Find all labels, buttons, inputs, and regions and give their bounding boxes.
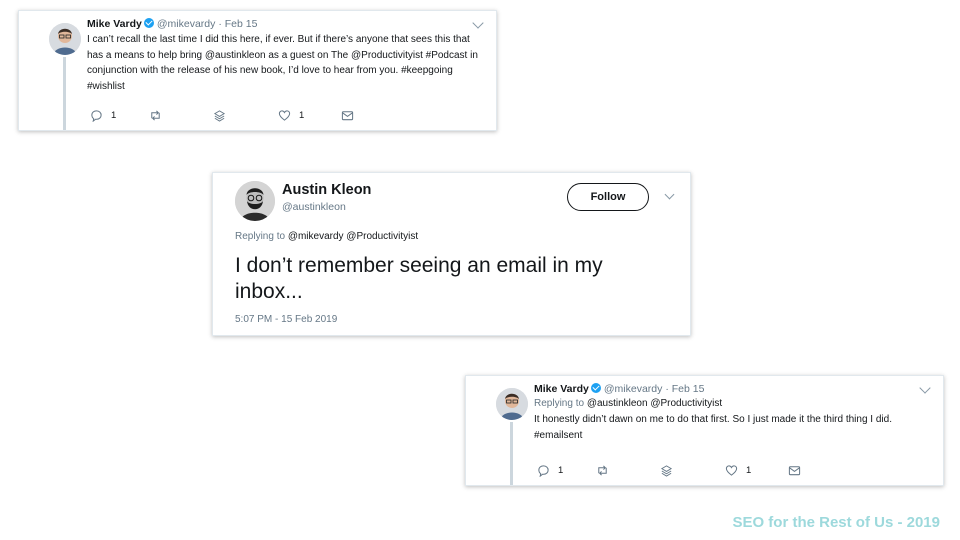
tweet-timestamp[interactable]: 5:07 PM - 15 Feb 2019 [235,314,337,325]
replying-to-handles[interactable]: @austinkleon @Productivityist [587,398,722,409]
envelope-icon [341,110,354,120]
like-count: 1 [299,109,305,121]
heart-icon [725,464,738,476]
reply-count: 1 [111,109,117,121]
tweet-card-austin[interactable]: Austin Kleon @austinkleon Follow Replyin… [212,172,691,336]
avatar-austin-kleon[interactable] [235,181,275,221]
author-handle[interactable]: @mikevardy [604,383,663,395]
reply-button[interactable]: 1 [90,108,116,122]
reply-count: 1 [558,464,564,476]
avatar-mike-vardy[interactable] [496,388,528,420]
thread-line [63,57,66,130]
footer-caption: SEO for the Rest of Us - 2019 [732,514,940,531]
author-handle[interactable]: @mikevardy [157,18,216,30]
layers-icon [213,109,226,122]
stack-button[interactable] [213,108,226,122]
tweet-date[interactable]: Feb 15 [672,383,705,395]
envelope-icon [788,465,801,475]
replying-to: Replying to @mikevardy @Productivityist [235,231,418,242]
tweet-content: Mike Vardy @mikevardy · Feb 15 Replying t… [534,382,925,443]
tweet-header: Mike Vardy @mikevardy · Feb 15 [534,382,925,396]
chevron-down-icon[interactable] [664,189,675,200]
tweet-content: Mike Vardy @mikevardy · Feb 15 I can’t re… [87,17,478,94]
reply-button[interactable]: 1 [537,463,563,477]
layers-icon [660,464,673,477]
tweet-date[interactable]: Feb 15 [225,18,258,30]
follow-button[interactable]: Follow [567,183,649,211]
author-name[interactable]: Austin Kleon [282,182,371,198]
retweet-button[interactable] [596,463,609,477]
tweet-card-mike-1[interactable]: Mike Vardy @mikevardy · Feb 15 I can’t re… [18,10,497,131]
retweet-icon [598,464,607,476]
retweet-icon [151,109,160,121]
stack-button[interactable] [660,463,673,477]
verified-badge-icon [590,383,601,393]
thread-line [510,422,513,485]
retweet-button[interactable] [149,108,162,122]
reply-icon [538,464,549,477]
author-name[interactable]: Mike Vardy [87,18,142,30]
tweet-text: I don’t remember seeing an email in my i… [235,254,603,303]
tweet-card-mike-2[interactable]: Mike Vardy @mikevardy · Feb 15 Replying t… [465,375,944,486]
replying-to-handles[interactable]: @mikevardy @Productivityist [288,231,418,242]
avatar-mike-vardy[interactable] [49,23,81,55]
author-handle[interactable]: @austinkleon [282,201,346,213]
like-count: 1 [746,464,752,476]
verified-badge-icon [143,18,154,28]
replying-to: Replying to @austinkleon @Productivityis… [534,396,925,411]
tweet-header: Mike Vardy @mikevardy · Feb 15 [87,17,478,31]
separator-dot: · [218,18,222,30]
tweet-text: It honestly didn’t dawn on me to do that… [534,414,892,441]
message-button[interactable] [341,108,354,122]
like-button[interactable]: 1 [278,108,304,122]
replying-to-label: Replying to [235,231,286,242]
heart-icon [278,109,291,121]
message-button[interactable] [788,463,801,477]
author-name[interactable]: Mike Vardy [534,383,589,395]
tweet-text: I can’t recall the last time I did this … [87,34,478,92]
reply-icon [91,109,102,122]
separator-dot: · [665,383,669,395]
replying-to-label: Replying to [534,398,585,409]
like-button[interactable]: 1 [725,463,751,477]
